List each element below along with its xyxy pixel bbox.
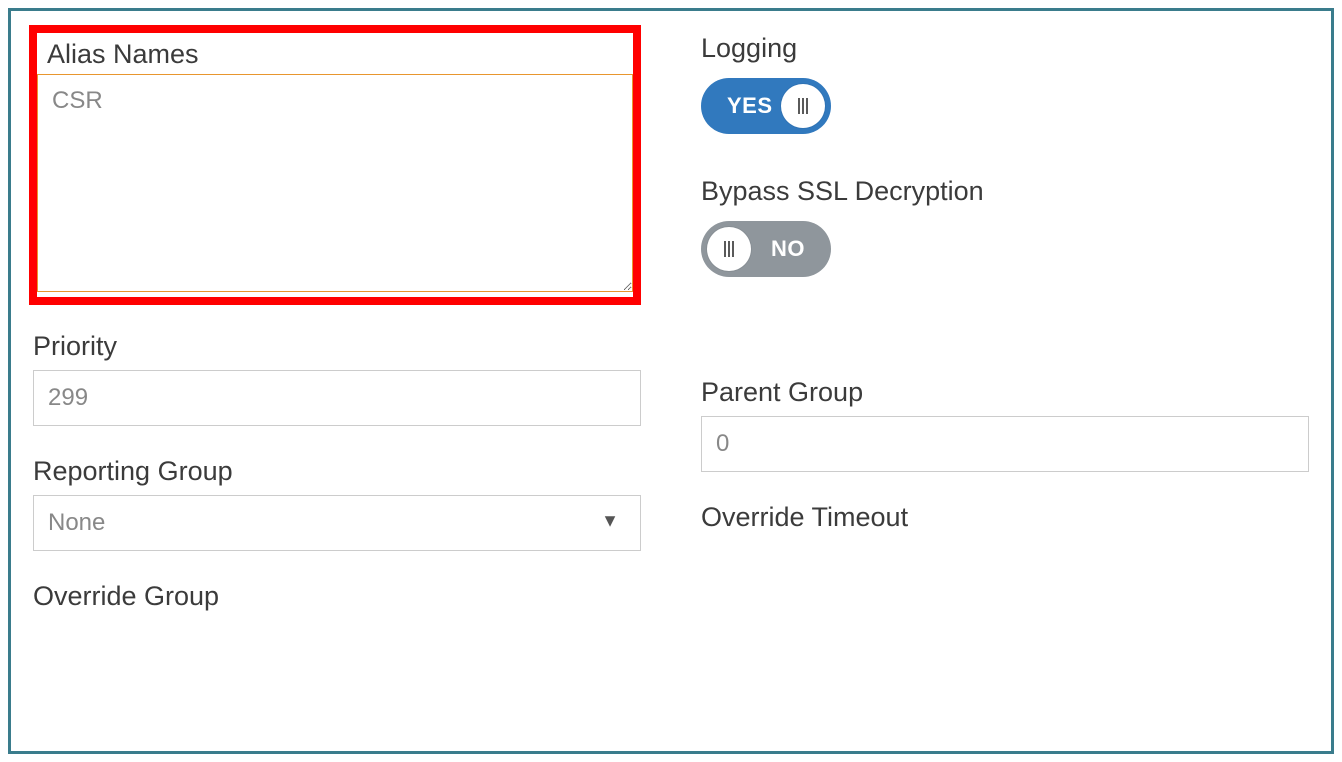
override-timeout-label: Override Timeout [701,502,1309,533]
alias-names-highlight: Alias Names [29,25,641,305]
priority-input[interactable] [33,370,641,426]
grip-icon [724,241,734,257]
logging-group: Logging YES [701,33,1309,134]
bypass-ssl-label: Bypass SSL Decryption [701,176,1309,207]
reporting-group-label: Reporting Group [33,456,641,487]
grip-icon [798,98,808,114]
logging-label: Logging [701,33,1309,64]
parent-group-label: Parent Group [701,377,1309,408]
settings-panel: Alias Names Priority Reporting Group Non… [8,8,1334,754]
override-group-group: Override Group [33,581,641,612]
reporting-group-selected: None [48,509,105,537]
right-column: Logging YES Bypass SSL Decryption NO [701,29,1309,620]
bypass-ssl-group: Bypass SSL Decryption NO [701,176,1309,277]
priority-label: Priority [33,331,641,362]
toggle-knob-icon [707,227,751,271]
priority-group: Priority [33,331,641,426]
alias-names-input[interactable] [37,74,633,292]
parent-group-group: Parent Group [701,377,1309,472]
logging-toggle[interactable]: YES [701,78,831,134]
reporting-group-select[interactable]: None [33,495,641,551]
left-column: Alias Names Priority Reporting Group Non… [33,29,641,620]
alias-names-label: Alias Names [37,33,633,74]
override-group-label: Override Group [33,581,641,612]
toggle-knob-icon [781,84,825,128]
reporting-group-group: Reporting Group None ▼ [33,456,641,551]
bypass-ssl-toggle[interactable]: NO [701,221,831,277]
override-timeout-group: Override Timeout [701,502,1309,533]
parent-group-input[interactable] [701,416,1309,472]
